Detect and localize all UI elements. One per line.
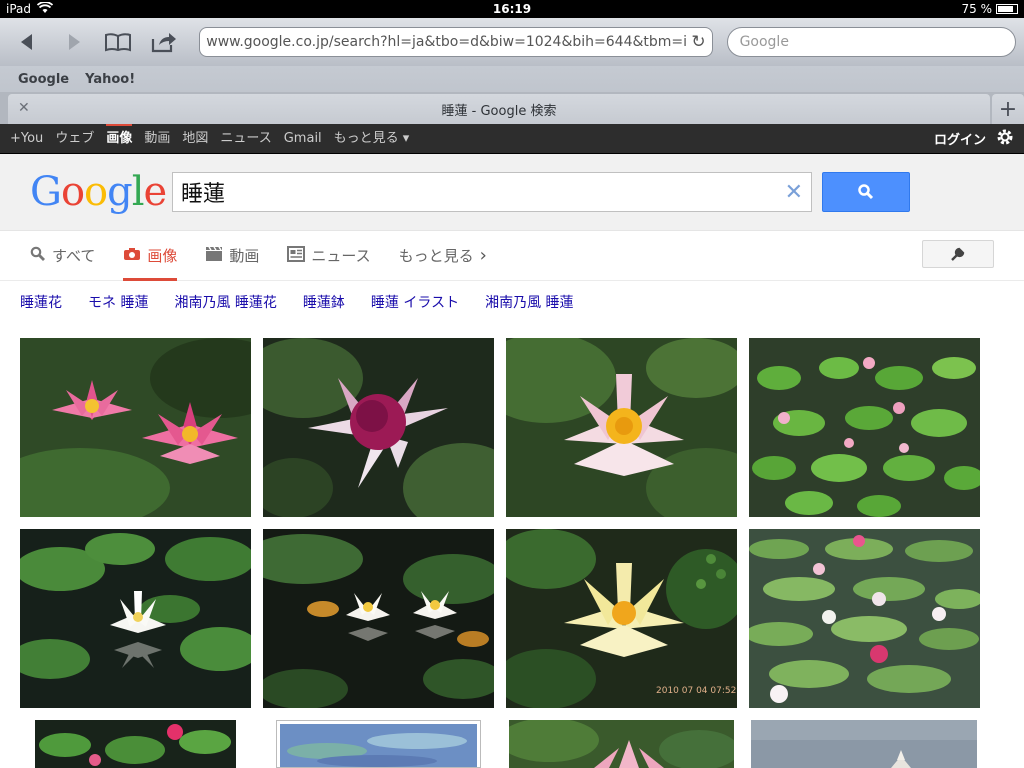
- search-icon: [30, 246, 46, 266]
- related-link[interactable]: 睡蓮花: [20, 292, 62, 312]
- mode-news[interactable]: ニュース: [287, 231, 371, 281]
- login-link[interactable]: ログイン: [934, 129, 986, 148]
- image-result[interactable]: [509, 720, 734, 768]
- gbar-web[interactable]: ウェブ: [55, 124, 94, 154]
- image-result[interactable]: [20, 338, 251, 517]
- image-result[interactable]: [506, 338, 737, 517]
- image-result[interactable]: [263, 338, 494, 517]
- clear-icon[interactable]: ✕: [785, 180, 803, 205]
- search-mode-bar: すべて 画像 動画 ニュース もっと見る ›: [0, 231, 1024, 281]
- url-text: www.google.co.jp/search?hl=ja&tbo=d&biw=…: [206, 34, 688, 50]
- gbar-maps[interactable]: 地図: [182, 124, 208, 154]
- wrench-icon: [951, 247, 965, 261]
- chevron-right-icon: ›: [479, 245, 487, 266]
- gbar-videos[interactable]: 動画: [144, 124, 170, 154]
- gbar-more[interactable]: もっと見る ▾: [334, 124, 410, 154]
- image-result[interactable]: [751, 720, 977, 768]
- url-field[interactable]: www.google.co.jp/search?hl=ja&tbo=d&biw=…: [199, 27, 713, 57]
- mode-all[interactable]: すべて: [30, 231, 95, 281]
- image-result[interactable]: [35, 720, 236, 768]
- new-tab-button[interactable]: +: [992, 94, 1024, 124]
- forward-button[interactable]: [53, 27, 92, 57]
- gbar-you[interactable]: +You: [10, 124, 43, 154]
- bookmark-google[interactable]: Google: [18, 72, 69, 87]
- gbar-images[interactable]: 画像: [106, 123, 133, 154]
- browser-search-placeholder: Google: [739, 34, 789, 50]
- camera-icon: [123, 246, 141, 265]
- wifi-icon: [36, 0, 54, 17]
- image-result[interactable]: [20, 529, 251, 708]
- google-bar: +You ウェブ 画像 動画 地図 ニュース Gmail もっと見る ▾ ログイ…: [0, 123, 1024, 154]
- search-icon: [858, 184, 874, 200]
- share-icon[interactable]: [144, 27, 183, 57]
- tab-active[interactable]: ✕ 睡蓮 - Google 検索: [8, 94, 990, 124]
- tab-bar: ✕ 睡蓮 - Google 検索 +: [0, 92, 1024, 124]
- battery-icon: [996, 4, 1018, 14]
- image-result[interactable]: [263, 529, 494, 708]
- image-result[interactable]: [276, 720, 481, 768]
- related-link[interactable]: 湘南乃風 睡蓮花: [174, 292, 276, 312]
- browser-search-field[interactable]: Google: [726, 27, 1016, 57]
- image-result[interactable]: [749, 529, 980, 708]
- news-icon: [287, 245, 306, 266]
- mode-images[interactable]: 画像: [123, 231, 178, 281]
- search-header: Google 睡蓮 ✕: [0, 154, 1024, 231]
- related-link[interactable]: 睡蓮 イラスト: [371, 292, 459, 312]
- clock: 16:19: [492, 2, 532, 16]
- image-result[interactable]: 2010 07 04 07:52: [506, 529, 737, 708]
- bookmark-yahoo[interactable]: Yahoo!: [85, 72, 135, 87]
- image-result[interactable]: [749, 338, 980, 517]
- browser-toolbar: www.google.co.jp/search?hl=ja&tbo=d&biw=…: [0, 18, 1024, 66]
- search-button[interactable]: [822, 172, 910, 212]
- gbar-gmail[interactable]: Gmail: [284, 124, 322, 154]
- related-link[interactable]: モネ 睡蓮: [88, 292, 148, 312]
- gbar-news[interactable]: ニュース: [220, 124, 271, 154]
- bookmarks-bar: Google Yahoo!: [0, 66, 1024, 92]
- bookmarks-icon[interactable]: [99, 27, 138, 57]
- search-tools-button[interactable]: [922, 240, 994, 268]
- related-link[interactable]: 湘南乃風 睡蓮: [485, 292, 573, 312]
- related-searches: 睡蓮花 モネ 睡蓮 湘南乃風 睡蓮花 睡蓮鉢 睡蓮 イラスト 湘南乃風 睡蓮: [0, 281, 1024, 323]
- close-tab-icon[interactable]: ✕: [18, 100, 30, 116]
- google-logo[interactable]: Google: [30, 169, 172, 215]
- search-query: 睡蓮: [181, 182, 226, 207]
- tab-title: 睡蓮 - Google 検索: [441, 103, 557, 119]
- status-bar: iPad 16:19 75 %: [0, 0, 1024, 18]
- battery-percent: 75 %: [961, 2, 993, 16]
- mode-videos[interactable]: 動画: [205, 231, 259, 281]
- svg-text:2010 07 04 07:52: 2010 07 04 07:52: [656, 686, 736, 696]
- search-input[interactable]: 睡蓮 ✕: [172, 172, 812, 212]
- mode-more[interactable]: もっと見る ›: [399, 231, 487, 281]
- reload-icon[interactable]: ↻: [691, 32, 705, 52]
- device-name: iPad: [6, 2, 32, 16]
- film-icon: [205, 246, 223, 266]
- back-button[interactable]: [8, 27, 47, 57]
- related-link[interactable]: 睡蓮鉢: [303, 292, 345, 312]
- gear-icon[interactable]: [996, 128, 1014, 150]
